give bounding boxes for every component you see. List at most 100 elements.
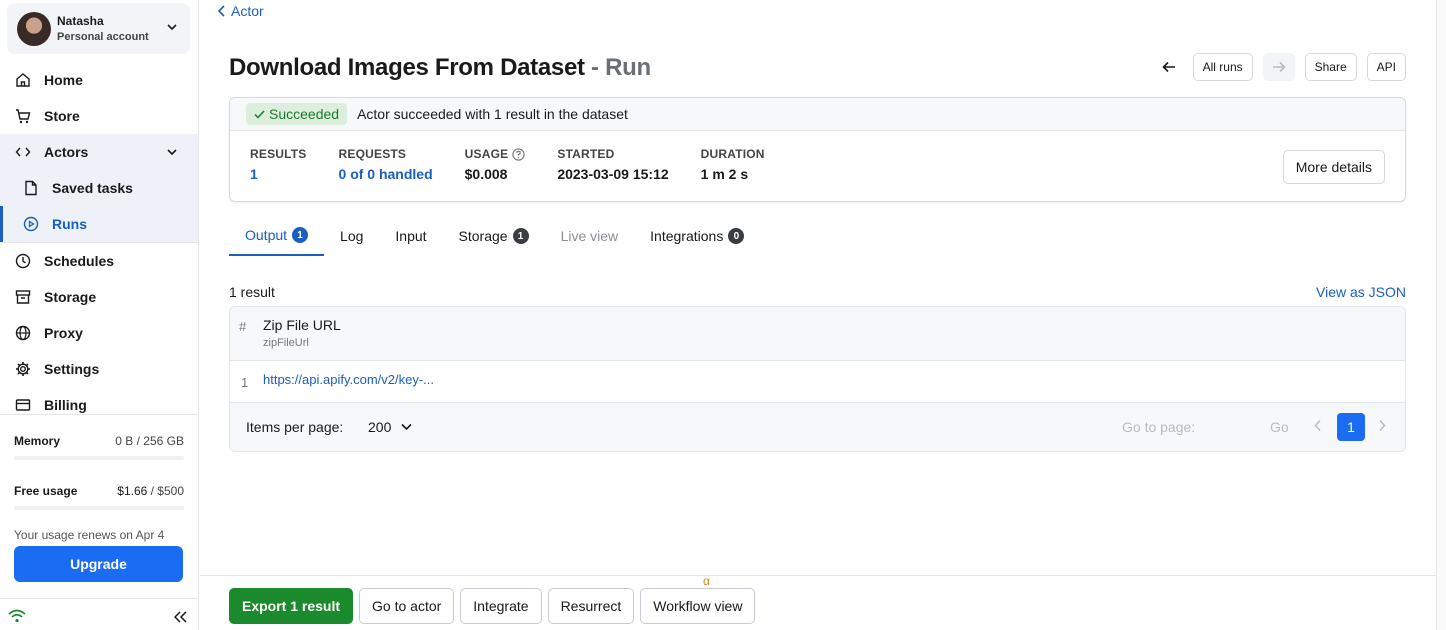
sidebar-item-storage[interactable]: Storage <box>0 279 198 315</box>
cart-icon <box>14 107 32 125</box>
tab-storage[interactable]: Storage 1 <box>443 216 545 256</box>
workflow-view-button[interactable]: Workflow view <box>640 588 756 624</box>
current-page-button[interactable]: 1 <box>1337 413 1365 441</box>
view-as-json-link[interactable]: View as JSON <box>1316 284 1406 300</box>
account-type: Personal account <box>57 30 149 43</box>
table-header: # Zip File URL zipFileUrl <box>230 307 1405 361</box>
stat-requests: REQUESTS 0 of 0 handled <box>338 147 433 182</box>
arrow-right-icon <box>1272 61 1286 73</box>
requests-link[interactable]: 0 of 0 handled <box>339 166 433 182</box>
archive-icon <box>14 288 32 306</box>
sidebar: Natasha Personal account Home Store Acto… <box>0 0 199 630</box>
stat-results: RESULTS 1 <box>250 147 307 182</box>
sidebar-item-settings[interactable]: Settings <box>0 351 198 387</box>
chevron-left-icon[interactable] <box>1314 419 1322 432</box>
items-per-page-select[interactable]: 200 <box>368 419 412 435</box>
previous-run-button[interactable] <box>1154 53 1183 81</box>
breadcrumb-back-link[interactable]: Actor <box>218 3 264 19</box>
gear-icon <box>14 360 32 378</box>
stat-started: STARTED 2023-03-09 15:12 <box>557 147 669 182</box>
sidebar-item-saved-tasks[interactable]: Saved tasks <box>0 170 198 206</box>
page-title-suffix: - Run <box>584 54 651 81</box>
clock-icon <box>14 252 32 270</box>
page-scrollbar[interactable] <box>1436 0 1446 630</box>
sidebar-item-label: Home <box>44 72 83 88</box>
row-number: 1 <box>241 375 249 390</box>
sidebar-item-store[interactable]: Store <box>0 98 198 134</box>
sidebar-item-schedules[interactable]: Schedules <box>0 243 198 279</box>
api-button[interactable]: API <box>1366 53 1406 81</box>
collapse-sidebar-icon[interactable] <box>174 611 188 623</box>
memory-label: Memory <box>14 434 61 448</box>
integrate-button[interactable]: Integrate <box>460 588 542 624</box>
column-header-key: zipFileUrl <box>263 337 309 349</box>
status-badge: Succeeded <box>246 103 348 125</box>
zip-file-url-link[interactable]: https://api.apify.com/v2/key-... <box>263 372 434 387</box>
chevron-down-icon <box>167 24 177 31</box>
export-results-button[interactable]: Export 1 result <box>229 588 354 624</box>
free-usage-value: $1.66 <box>117 484 148 498</box>
more-details-button[interactable]: More details <box>1282 150 1385 184</box>
arrow-left-icon <box>1161 61 1175 73</box>
action-footer: α Export 1 result Go to actor Integrate … <box>200 574 1436 630</box>
next-run-button[interactable] <box>1262 53 1295 81</box>
tab-count-badge: 1 <box>512 228 529 244</box>
code-icon <box>14 143 32 161</box>
sidebar-item-label: Runs <box>52 216 87 232</box>
resurrect-button[interactable]: Resurrect <box>547 588 635 624</box>
tab-output[interactable]: Output 1 <box>229 216 325 256</box>
home-icon <box>14 71 32 89</box>
breadcrumb-label: Actor <box>231 3 264 19</box>
tab-live-view[interactable]: Live view <box>545 216 635 256</box>
sidebar-item-home[interactable]: Home <box>0 62 198 98</box>
sidebar-item-label: Proxy <box>44 325 83 341</box>
help-icon[interactable] <box>512 147 525 161</box>
share-button[interactable]: Share <box>1304 53 1357 81</box>
column-header-title: Zip File URL <box>263 317 341 333</box>
page-title: Download Images From Dataset - Run <box>229 54 651 82</box>
sidebar-item-actors[interactable]: Actors <box>0 134 198 170</box>
tab-count-badge: 1 <box>292 227 309 243</box>
play-circle-icon <box>22 215 40 233</box>
main-content: Actor Download Images From Dataset - Run… <box>200 0 1436 630</box>
chevron-right-icon[interactable] <box>1378 419 1386 432</box>
run-stats: RESULTS 1 REQUESTS 0 of 0 handled USAGE … <box>230 131 1405 182</box>
document-icon <box>22 179 40 197</box>
result-count: 1 result <box>229 284 275 300</box>
account-name: Natasha <box>57 13 104 28</box>
upgrade-button[interactable]: Upgrade <box>14 546 183 582</box>
results-table: # Zip File URL zipFileUrl 1 https://api.… <box>229 306 1406 452</box>
chevron-down-icon <box>167 149 177 156</box>
chevron-down-icon <box>401 423 412 431</box>
stat-duration: DURATION 1 m 2 s <box>700 147 765 182</box>
sidebar-item-proxy[interactable]: Proxy <box>0 315 198 351</box>
sidebar-nav: Home Store Actors Saved tasks Runs Sched… <box>0 62 198 423</box>
go-button[interactable]: Go <box>1270 419 1289 435</box>
sidebar-footer <box>0 598 198 630</box>
go-to-actor-button[interactable]: Go to actor <box>359 588 455 624</box>
results-link[interactable]: 1 <box>250 166 307 182</box>
run-tabs: Output 1 Log Input Storage 1 Live view I… <box>229 216 1406 256</box>
sidebar-item-runs[interactable]: Runs <box>0 206 198 242</box>
account-switcher[interactable]: Natasha Personal account <box>7 3 190 54</box>
run-summary-card: Succeeded Actor succeeded with 1 result … <box>229 97 1406 202</box>
tab-input[interactable]: Input <box>379 216 442 256</box>
tab-count-badge: 0 <box>728 228 745 244</box>
all-runs-button[interactable]: All runs <box>1192 53 1253 81</box>
go-to-page-input[interactable]: Go to page: <box>1122 419 1195 435</box>
free-usage-limit: / $500 <box>147 484 184 498</box>
table-row: 1 https://api.apify.com/v2/key-... <box>230 361 1405 403</box>
usage-value: $0.008 <box>464 166 508 182</box>
sidebar-item-label: Store <box>44 108 80 124</box>
free-usage-label: Free usage <box>14 484 78 498</box>
credit-card-icon <box>14 396 32 414</box>
sidebar-item-label: Saved tasks <box>52 180 133 196</box>
header-actions: All runs Share API <box>1154 53 1406 81</box>
tab-integrations[interactable]: Integrations 0 <box>634 216 760 256</box>
duration-value: 1 m 2 s <box>700 166 749 182</box>
free-usage-bar <box>14 506 184 510</box>
page-title-text: Download Images From Dataset <box>229 54 585 81</box>
tab-log[interactable]: Log <box>324 216 379 256</box>
sidebar-item-label: Schedules <box>44 253 115 269</box>
sidebar-item-label: Actors <box>44 144 89 160</box>
